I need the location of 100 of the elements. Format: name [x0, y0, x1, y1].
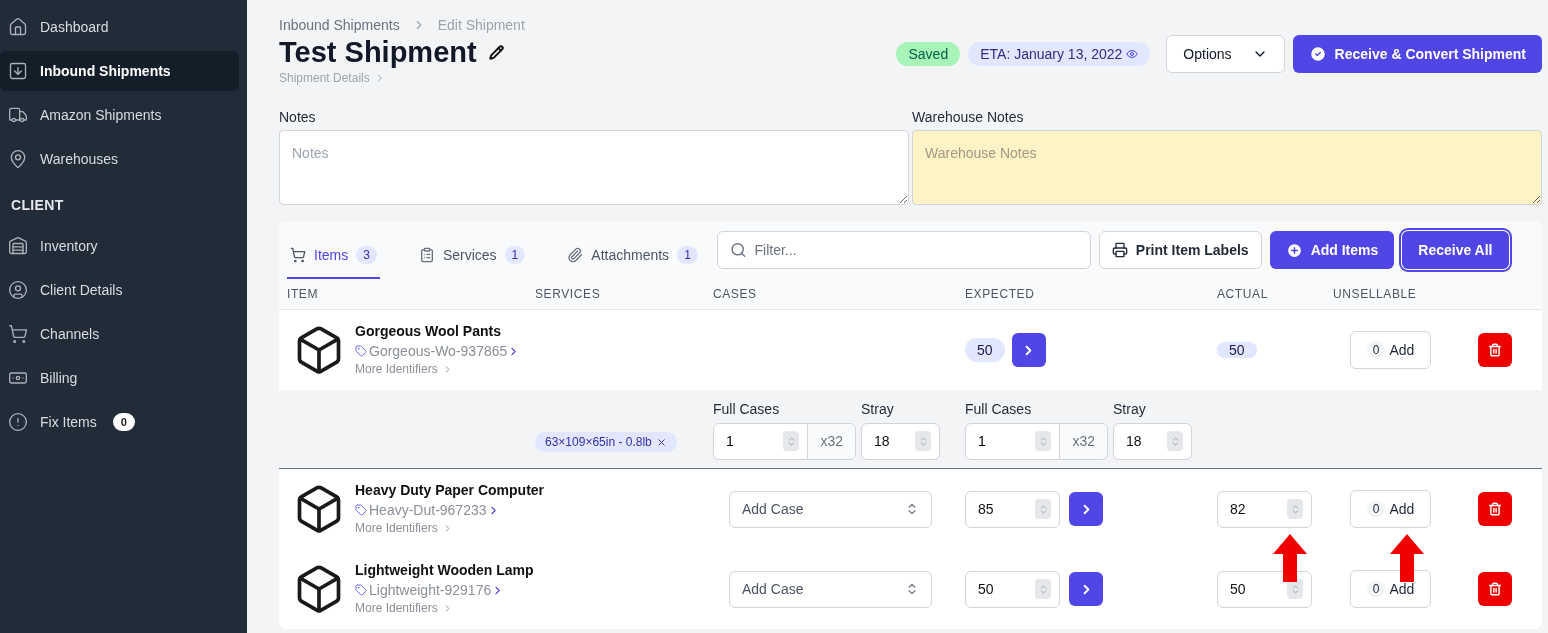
house-icon [8, 17, 28, 37]
trash-icon [1488, 343, 1502, 357]
tab[interactable]: Attachments 1 [564, 233, 701, 279]
add-case-select[interactable]: Add Case [729, 490, 932, 528]
field-value: 1 [978, 431, 986, 451]
column-header: SERVICES [535, 286, 602, 303]
column-header: ACTUAL [1217, 286, 1269, 303]
sidebar-item[interactable]: Inventory [0, 226, 239, 266]
tab[interactable]: Services 1 [415, 233, 529, 279]
tag-icon [355, 504, 367, 517]
actual-pill: 50 [1217, 342, 1257, 358]
unsellable-add-button[interactable]: 0 Add [1350, 570, 1431, 608]
spinner-icon [915, 431, 931, 451]
edit-icon[interactable] [488, 44, 504, 60]
inbox-download-icon [8, 61, 28, 81]
filter-field[interactable]: Filter... [716, 231, 1091, 269]
sidebar-item[interactable]: Dashboard [0, 7, 239, 47]
clipboard-icon [418, 247, 435, 263]
next-button[interactable] [1069, 492, 1103, 526]
column-header: CASES [713, 286, 758, 303]
tag-icon [355, 345, 367, 358]
next-button[interactable] [1069, 572, 1103, 606]
receive-all-button[interactable]: Receive All [1402, 231, 1509, 269]
field-label: Warehouse Notes [912, 108, 1025, 126]
search-icon [729, 241, 747, 259]
count-badge: 3 [356, 246, 377, 264]
sidebar-item[interactable]: Channels [0, 314, 239, 354]
next-button[interactable] [1011, 333, 1046, 367]
trash-icon [1488, 582, 1502, 596]
spinner-icon [1035, 499, 1051, 519]
actual-field[interactable]: 82 [1217, 490, 1312, 528]
unsellable-add-button[interactable]: 0 Add [1350, 490, 1431, 528]
eye-icon[interactable] [1126, 48, 1139, 60]
count-badge: 0 [1366, 341, 1386, 359]
spinner-icon [1035, 579, 1051, 599]
item-name: Heavy Duty Paper Computer [355, 482, 545, 500]
item-name: Gorgeous Wool Pants [355, 323, 502, 341]
multiplier-text: x32 [1060, 423, 1107, 459]
paperclip-icon [567, 247, 584, 263]
alert-circle-icon [8, 412, 28, 432]
close-icon[interactable] [655, 436, 667, 448]
sidebar-item[interactable]: Fix Items 0 [0, 402, 239, 442]
column-header: ITEM [287, 286, 320, 303]
options-button[interactable]: Options [1166, 35, 1285, 73]
add-items-button[interactable]: Add Items [1269, 231, 1395, 269]
count-badge: 1 [677, 246, 698, 264]
shelves-icon [8, 236, 28, 256]
tag-icon [355, 584, 367, 597]
delete-button[interactable] [1478, 492, 1512, 526]
item-name: Lightweight Wooden Lamp [355, 562, 534, 580]
expected-pill: 50 [965, 338, 1005, 362]
full-cases-field[interactable]: 1 x32 [713, 422, 856, 460]
spinner-icon [1035, 431, 1052, 451]
filter-input[interactable]: Filter... [754, 239, 1078, 261]
printer-icon [1111, 242, 1128, 258]
sidebar-item[interactable]: Client Details [0, 270, 239, 310]
count-badge: 0 [112, 413, 135, 431]
expected-field[interactable]: 50 [965, 570, 1060, 608]
full-cases-field[interactable]: 1 x32 [965, 422, 1108, 460]
sidebar-item[interactable]: Warehouses [0, 139, 239, 179]
delete-button[interactable] [1478, 333, 1512, 367]
user-circle-icon [8, 280, 28, 300]
multiplier-text: x32 [808, 423, 855, 459]
spinner-icon [1287, 499, 1303, 519]
check-circle-icon [1308, 45, 1327, 63]
cart-icon [290, 247, 306, 263]
truck-icon [8, 105, 28, 125]
sidebar-item[interactable]: Amazon Shipments [0, 95, 239, 135]
eta-badge: ETA: January 13, 2022 [968, 42, 1151, 66]
trash-icon [1488, 502, 1502, 516]
cart-icon [8, 324, 28, 344]
breadcrumb-link[interactable]: Inbound Shipments [279, 16, 400, 34]
stray-field[interactable]: 18 [861, 422, 940, 460]
column-header: EXPECTED [965, 286, 1036, 303]
spinner-icon [1167, 431, 1183, 451]
add-case-select[interactable]: Add Case [729, 570, 932, 608]
column-header: UNSELLABLE [1333, 286, 1418, 303]
unsellable-add-button[interactable]: 0 Add [1350, 331, 1431, 369]
receive-convert-button[interactable]: Receive & Convert Shipment [1292, 35, 1542, 73]
dimension-tag: 63×109×65in - 0.8lb [535, 432, 677, 452]
print-labels-button[interactable]: Print Item Labels [1098, 231, 1262, 269]
field-label: Stray [861, 399, 895, 419]
delete-button[interactable] [1478, 572, 1512, 606]
status-badge: Saved [896, 42, 961, 66]
field-label: Full Cases [965, 399, 1033, 419]
sidebar-item[interactable]: Billing [0, 358, 239, 398]
map-pin-icon [8, 149, 28, 169]
arrow-icon [1273, 534, 1307, 582]
expected-field[interactable]: 85 [965, 490, 1060, 528]
field-label: Notes [279, 108, 317, 126]
count-badge: 1 [504, 246, 526, 264]
section-heading: CLIENT [10, 196, 65, 215]
actual-field[interactable]: 50 [1217, 570, 1312, 608]
field-value: 1 [726, 431, 734, 451]
count-badge: 0 [1366, 500, 1386, 518]
stray-field[interactable]: 18 [1113, 422, 1192, 460]
sidebar-item[interactable]: Inbound Shipments [0, 51, 239, 91]
warehouse-notes-field[interactable]: Warehouse Notes [912, 130, 1542, 205]
notes-field[interactable]: Notes [279, 130, 909, 205]
field-label: Full Cases [713, 399, 781, 419]
